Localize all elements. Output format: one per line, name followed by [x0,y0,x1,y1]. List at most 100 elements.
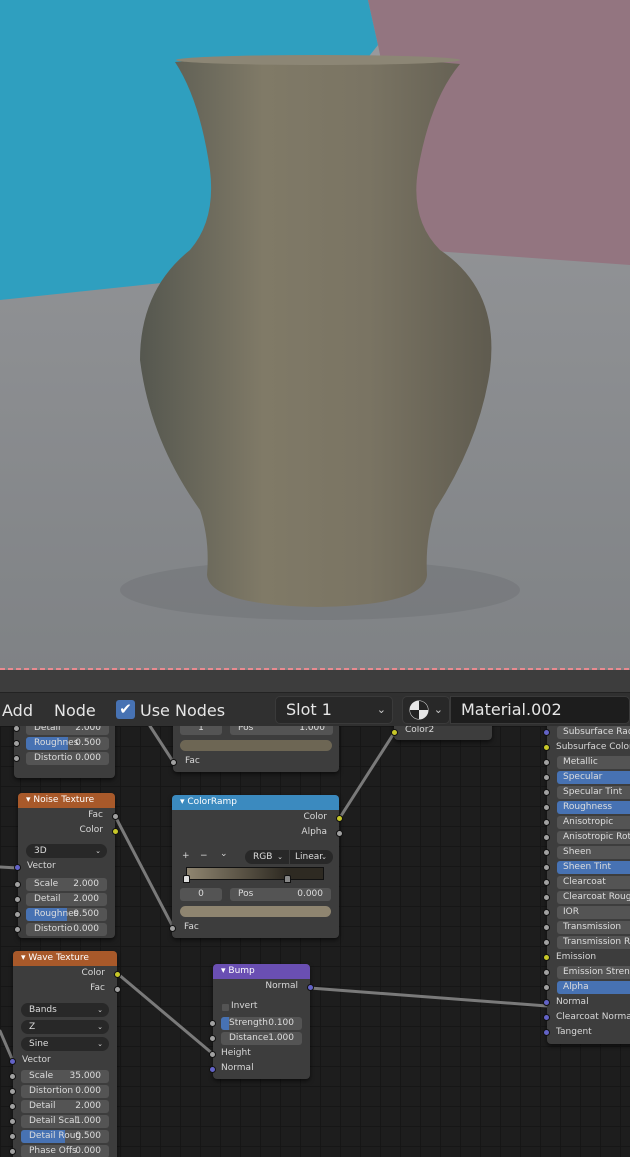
node-menu[interactable]: Node [54,701,96,720]
bsdf-row-emission-strength[interactable]: Emission Strength [557,966,630,979]
node-mix-partial[interactable]: Color2 [391,726,492,740]
node-header[interactable]: ▾ ColorRamp [172,795,339,810]
socket-color2[interactable] [391,729,398,736]
bsdf-row-subsurface-radius[interactable]: Subsurface Radius [557,726,630,739]
socket-vector[interactable] [14,864,21,871]
socket-phase-offset[interactable] [9,1148,16,1155]
socket-alpha[interactable] [543,984,550,991]
ramp-stop-handle[interactable] [283,875,291,883]
socket-distortion[interactable] [14,926,21,933]
socket-tangent[interactable] [543,1029,550,1036]
color-mode-dropdown[interactable]: RGB ⌄ [245,850,289,864]
direction-dropdown[interactable]: Z ⌄ [21,1020,109,1034]
socket-strength[interactable] [209,1020,216,1027]
stop-pos-field[interactable]: Pos 0.000 [230,888,331,901]
field-strength[interactable]: Strength 0.100 [221,1017,302,1030]
socket-subsurface-radius[interactable] [543,729,550,736]
material-browse-button[interactable]: ⌄ [402,696,450,724]
socket-specular-tint[interactable] [543,789,550,796]
field-roughness[interactable]: Roughnes 0.500 [26,737,109,750]
bsdf-row-sheen-tint[interactable]: Sheen Tint [557,861,630,874]
socket-subsurface-color[interactable] [543,744,550,751]
wave-type-dropdown[interactable]: Bands ⌄ [21,1003,109,1017]
socket-input[interactable] [13,726,20,732]
socket-fac-in[interactable] [169,925,176,932]
field-phase-offset[interactable]: Phase Offs 0.000 [21,1145,109,1157]
socket-emission-strength[interactable] [543,969,550,976]
socket-detail-roughness[interactable] [9,1133,16,1140]
field-roughness[interactable]: Roughnes 0.500 [26,908,107,921]
bsdf-row-metallic[interactable]: Metallic [557,756,630,769]
bsdf-row-transmission[interactable]: Transmission [557,921,630,934]
dimension-dropdown[interactable]: 3D ⌄ [26,844,107,858]
bsdf-row-clearcoat[interactable]: Clearcoat [557,876,630,889]
bsdf-row-alpha[interactable]: Alpha [557,981,630,994]
socket-scale[interactable] [9,1073,16,1080]
socket-detail-scale[interactable] [9,1118,16,1125]
material-name-field[interactable]: Material.002 [450,696,630,724]
bsdf-row-specular-tint[interactable]: Specular Tint [557,786,630,799]
node-wave-texture[interactable]: ▾ Wave Texture Color Fac Bands ⌄ Z ⌄ Sine ⌄… [9,951,121,1157]
stop-index-field[interactable]: 1 [180,726,222,735]
bsdf-row-clearcoat-roughness[interactable]: Clearcoat Roughness [557,891,630,904]
socket-detail[interactable] [9,1103,16,1110]
field-detail[interactable]: Detail 2.000 [21,1100,109,1113]
socket-distance[interactable] [209,1035,216,1042]
stop-color-swatch[interactable] [180,740,332,751]
ramp-stop-handle[interactable] [183,875,190,883]
node-header[interactable]: ▾ Bump [213,964,310,979]
socket-clearcoat-roughness[interactable] [543,894,550,901]
socket-normal[interactable] [543,999,550,1006]
bsdf-row-specular[interactable]: Specular [557,771,630,784]
field-distance[interactable]: Distance 1.000 [221,1032,302,1045]
bsdf-row-anisotropic[interactable]: Anisotropic [557,816,630,829]
field-scale[interactable]: Scale 35.000 [21,1070,109,1083]
socket-ior[interactable] [543,909,550,916]
socket-roughness[interactable] [14,911,21,918]
socket-vector[interactable] [9,1058,16,1065]
node-noise-texture[interactable]: ▾ Noise Texture Fac Color 3D ⌄ Vector Sca… [14,793,119,938]
socket-fac-out[interactable] [114,986,121,993]
socket-color-out[interactable] [336,815,343,822]
socket-fac-out[interactable] [112,813,119,820]
field-detail-scale[interactable]: Detail Scal 1.000 [21,1115,109,1128]
socket-anisotropic-rotation[interactable] [543,834,550,841]
node-header[interactable]: ▾ Noise Texture [18,793,115,808]
stop-index-field[interactable]: 0 [180,888,222,901]
bsdf-row-ior[interactable]: IOR [557,906,630,919]
node-bump[interactable]: ▾ Bump Normal Invert Strength 0.100 Dista… [209,964,314,1079]
bsdf-row-roughness[interactable]: Roughness [557,801,630,814]
socket-sheen[interactable] [543,849,550,856]
node-header[interactable]: ▾ Wave Texture [13,951,117,966]
socket-roughness[interactable] [543,804,550,811]
socket-clearcoat[interactable] [543,879,550,886]
color-ramp-bar[interactable] [186,867,324,880]
bsdf-row-transmission-roughness[interactable]: Transmission Roughness [557,936,630,949]
socket-anisotropic[interactable] [543,819,550,826]
add-menu[interactable]: Add [2,701,33,720]
remove-stop-button[interactable]: − [200,851,208,861]
socket-clearcoat-normal[interactable] [543,1014,550,1021]
node-colorramp[interactable]: ▾ ColorRamp Color Alpha + − ⌄ RGB ⌄ Linea… [169,795,343,938]
bsdf-row-anisotropic-rotation[interactable]: Anisotropic Rotation [557,831,630,844]
field-detail[interactable]: Detail 2.000 [26,893,107,906]
invert-checkbox[interactable] [222,1004,229,1011]
socket-input[interactable] [13,755,20,762]
socket-sheen-tint[interactable] [543,864,550,871]
stop-color-swatch[interactable] [180,906,331,917]
field-scale[interactable]: Scale 2.000 [26,878,107,891]
profile-dropdown[interactable]: Sine ⌄ [21,1037,109,1051]
socket-specular[interactable] [543,774,550,781]
socket-detail[interactable] [14,896,21,903]
use-nodes-checkbox[interactable]: ✔ [116,700,135,719]
slot-dropdown[interactable]: Slot 1 ⌄ [275,696,393,724]
render-viewport[interactable] [0,0,630,670]
socket-color-out[interactable] [112,828,119,835]
socket-normal-out[interactable] [307,984,314,991]
socket-alpha-out[interactable] [336,830,343,837]
socket-transmission-roughness[interactable] [543,939,550,946]
socket-height[interactable] [209,1051,216,1058]
use-nodes-label[interactable]: Use Nodes [140,701,225,720]
node-editor-canvas[interactable]: Detail 2.000 Roughnes 0.500 Distortio 0.000… [0,726,630,1157]
stop-pos-field[interactable]: Pos 1.000 [230,726,333,735]
